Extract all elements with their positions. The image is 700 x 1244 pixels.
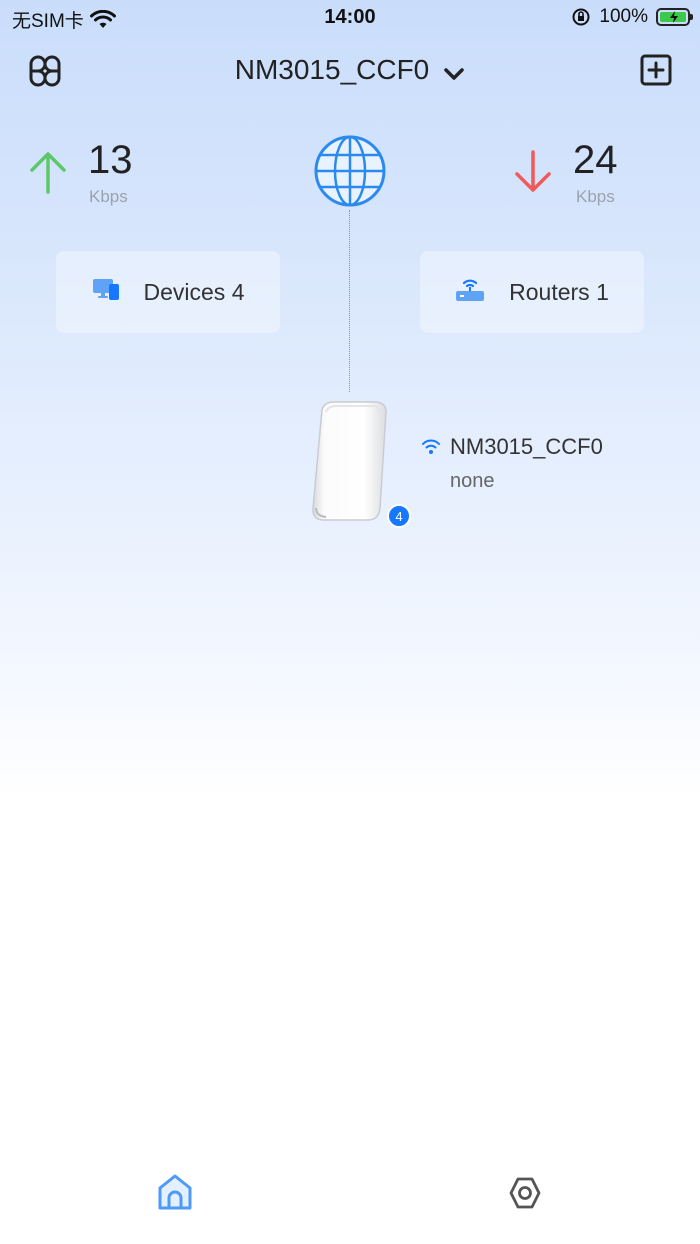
router-status: none	[450, 470, 495, 492]
router-name[interactable]: NM3015_CCF0	[450, 434, 603, 460]
routers-card[interactable]: Routers 1	[420, 251, 644, 333]
router-device-image[interactable]	[308, 398, 392, 531]
download-speed-value: 24	[573, 138, 618, 182]
add-square-icon[interactable]	[640, 54, 672, 91]
wifi-icon	[421, 436, 441, 461]
connection-line	[349, 210, 350, 392]
settings-icon[interactable]	[508, 1176, 542, 1215]
network-name: NM3015_CCF0	[234, 54, 430, 85]
devices-icon	[92, 277, 120, 307]
status-right: 100%	[571, 6, 693, 28]
chevron-down-icon	[443, 56, 465, 88]
devices-card[interactable]: Devices 4	[56, 251, 280, 333]
home-icon[interactable]	[156, 1172, 194, 1217]
globe-icon[interactable]	[313, 134, 387, 213]
router-icon	[455, 276, 485, 308]
arrow-down-icon	[513, 150, 553, 199]
network-selector[interactable]: NM3015_CCF0	[0, 54, 700, 88]
battery-icon	[656, 8, 693, 26]
upload-speed-value: 13	[88, 138, 133, 182]
routers-label: Routers 1	[509, 278, 609, 305]
router-device-count-badge: 4	[387, 504, 411, 528]
devices-label: Devices 4	[143, 278, 245, 305]
upload-speed-unit: Kbps	[89, 187, 128, 206]
download-speed-unit: Kbps	[576, 187, 615, 206]
orientation-lock-icon	[572, 8, 590, 26]
battery-percent: 100%	[599, 6, 648, 27]
arrow-up-icon	[28, 150, 68, 199]
